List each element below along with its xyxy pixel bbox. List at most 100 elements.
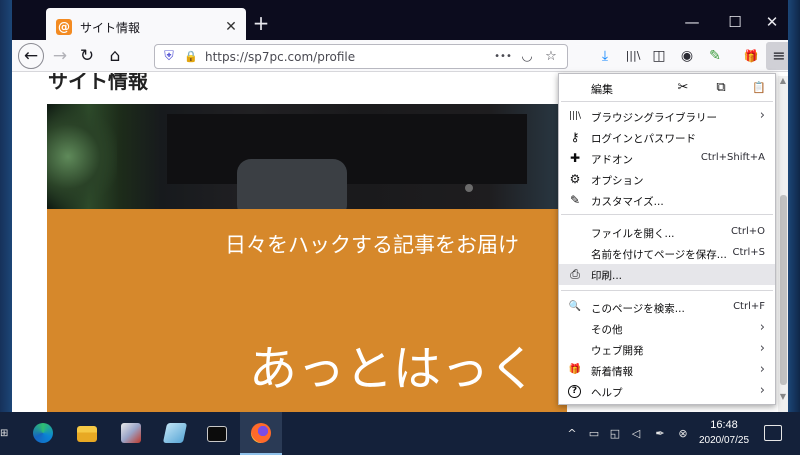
bookmark-star-icon[interactable]: ☆ xyxy=(542,47,560,67)
menu-item-label: 新着情報 xyxy=(591,366,633,378)
home-button[interactable]: ⌂ xyxy=(102,43,128,69)
photo-light xyxy=(465,184,473,192)
hero-photo xyxy=(47,104,567,219)
menu-item-label: ブラウジングライブラリー xyxy=(591,112,717,124)
scroll-up-arrow-icon[interactable]: ▲ xyxy=(778,76,788,88)
menu-item-library[interactable]: |||\ ブラウジングライブラリー › xyxy=(559,106,775,127)
menu-item-web-developer[interactable]: ウェブ開発 › xyxy=(559,339,775,360)
menu-item-open-file[interactable]: ファイルを開く... Ctrl+O xyxy=(559,222,775,243)
submenu-chevron-icon: › xyxy=(759,341,765,356)
menu-item-label: ファイルを開く... xyxy=(591,228,675,240)
pocket-icon[interactable]: ◡ xyxy=(518,47,536,67)
back-button[interactable]: ← xyxy=(18,43,44,69)
submenu-chevron-icon: › xyxy=(759,320,765,335)
pen-icon[interactable]: ✒ xyxy=(652,426,668,442)
help-icon: ? xyxy=(568,385,581,398)
tab-close-icon[interactable]: ✕ xyxy=(222,18,240,36)
folder-icon xyxy=(77,426,97,442)
menu-item-addons[interactable]: ✚ アドオン Ctrl+Shift+A xyxy=(559,148,775,169)
taskbar-terminal[interactable] xyxy=(196,412,238,455)
lock-icon[interactable]: 🔒 xyxy=(183,47,199,67)
gear-icon: ⚙ xyxy=(569,172,581,186)
menu-item-shortcut: Ctrl+Shift+A xyxy=(700,152,765,163)
menu-item-shortcut: Ctrl+F xyxy=(733,301,765,312)
search-icon: 🔍 xyxy=(568,301,582,312)
firefox-icon xyxy=(251,423,271,443)
navigation-toolbar: ← → ↻ ⌂ ⛨ 🔒 https://sp7pc.com/profile ••… xyxy=(12,40,788,72)
task-view-icon[interactable]: ⊞ xyxy=(0,426,10,442)
taskbar-notepad[interactable] xyxy=(154,412,196,455)
download-icon[interactable]: ⤓ xyxy=(594,46,616,66)
menu-item-find-in-page[interactable]: 🔍 このページを検索... Ctrl+F xyxy=(559,297,775,318)
taskbar-edge[interactable] xyxy=(22,412,64,455)
whats-new-icon[interactable]: 🎁 xyxy=(740,46,762,66)
menu-separator xyxy=(561,214,773,215)
menu-item-logins[interactable]: ⚷ ログインとパスワード xyxy=(559,127,775,148)
extension-icon[interactable]: ✎ xyxy=(704,46,726,66)
notification-center-icon[interactable] xyxy=(764,425,782,441)
app-menu-panel: 編集 ✂ ⧉ 📋 |||\ ブラウジングライブラリー › ⚷ ログインとパスワー… xyxy=(558,73,776,405)
scroll-down-arrow-icon[interactable]: ▼ xyxy=(778,392,788,404)
library-icon[interactable]: |||\ xyxy=(622,46,644,66)
page-heading: サイト情報 xyxy=(48,73,148,93)
menu-item-more[interactable]: その他 › xyxy=(559,318,775,339)
menu-item-label: ウェブ開発 xyxy=(591,345,644,357)
menu-item-label: 名前を付けてページを保存... xyxy=(591,249,727,261)
menu-item-label: アドオン xyxy=(591,154,633,166)
tray-close-icon[interactable]: ⊗ xyxy=(676,426,690,442)
forward-button[interactable]: → xyxy=(47,43,73,69)
menu-item-label: ヘルプ xyxy=(591,387,623,399)
menu-item-label: カスタマイズ... xyxy=(591,196,664,208)
clock-time: 16:48 xyxy=(710,419,738,431)
photo-foliage xyxy=(47,104,117,209)
window-close-button[interactable]: ✕ xyxy=(762,12,782,32)
media-app-icon xyxy=(121,423,141,443)
photo-dark-panel xyxy=(167,114,527,184)
taskbar-firefox[interactable] xyxy=(240,412,282,455)
menu-item-customize[interactable]: ✎ カスタマイズ... xyxy=(559,190,775,211)
sidebar-icon[interactable]: ◫ xyxy=(648,46,670,66)
volume-icon[interactable]: ◁ xyxy=(628,426,644,442)
menu-item-shortcut: Ctrl+S xyxy=(732,247,765,258)
paste-icon[interactable]: 📋 xyxy=(749,78,769,98)
edge-icon xyxy=(33,423,53,443)
page-actions-icon[interactable]: ••• xyxy=(492,47,514,67)
copy-icon[interactable]: ⧉ xyxy=(711,78,731,98)
menu-item-whats-new[interactable]: 🎁 新着情報 › xyxy=(559,360,775,381)
menu-item-options[interactable]: ⚙ オプション xyxy=(559,169,775,190)
hero-banner: 日々をハックする記事をお届け あっとはっく xyxy=(47,209,567,412)
account-icon[interactable]: ◉ xyxy=(676,46,698,66)
maximize-button[interactable]: ☐ xyxy=(725,12,745,32)
puzzle-icon: ✚ xyxy=(569,151,581,165)
scroll-thumb[interactable] xyxy=(780,195,787,385)
taskbar-file-explorer[interactable] xyxy=(66,412,108,455)
tab-title: サイト情報 xyxy=(80,20,141,35)
menu-item-save-page[interactable]: 名前を付けてページを保存... Ctrl+S xyxy=(559,243,775,264)
menu-item-label: このページを検索... xyxy=(591,303,685,315)
reload-button[interactable]: ↻ xyxy=(74,43,100,69)
taskbar-media-app[interactable] xyxy=(110,412,152,455)
edit-label: 編集 xyxy=(591,83,613,96)
new-tab-button[interactable]: + xyxy=(250,12,272,34)
menu-item-print[interactable]: ⎙ 印刷... xyxy=(559,264,775,285)
taskbar: ⊞ ^ ▭ ◱ ◁ ✒ ⊗ 16:48 2020/07/25 xyxy=(0,412,800,455)
menu-separator xyxy=(561,290,773,291)
show-hidden-icons-chevron-icon[interactable]: ^ xyxy=(566,426,578,442)
print-icon: ⎙ xyxy=(570,267,580,281)
network-icon[interactable]: ◱ xyxy=(607,426,623,442)
menu-item-shortcut: Ctrl+O xyxy=(730,226,765,237)
taskbar-clock[interactable]: 16:48 2020/07/25 xyxy=(694,418,754,448)
address-bar[interactable]: ⛨ 🔒 https://sp7pc.com/profile ••• ◡ ☆ xyxy=(154,44,568,69)
gift-icon: 🎁 xyxy=(568,364,582,375)
open-menu-button[interactable]: ≡ xyxy=(766,42,788,70)
menu-item-label: ログインとパスワード xyxy=(591,133,696,145)
menu-item-help[interactable]: ? ヘルプ › xyxy=(559,381,775,402)
minimize-button[interactable]: — xyxy=(682,12,702,32)
library-icon: |||\ xyxy=(568,111,582,121)
hero-title: あっとはっく xyxy=(249,341,538,397)
url-text[interactable]: https://sp7pc.com/profile xyxy=(205,50,355,64)
cut-icon[interactable]: ✂ xyxy=(673,78,693,98)
tracking-shield-icon[interactable]: ⛨ xyxy=(161,47,177,67)
terminal-icon xyxy=(207,426,227,442)
battery-icon[interactable]: ▭ xyxy=(586,426,602,442)
